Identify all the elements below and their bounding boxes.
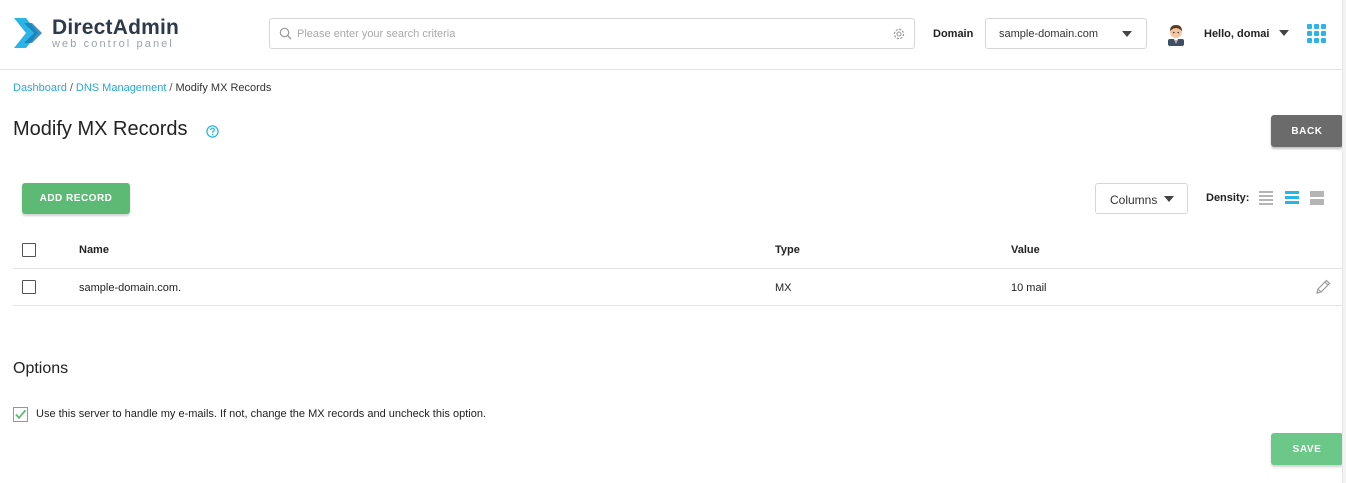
chevron-down-icon: [1122, 31, 1132, 37]
handle-email-checkbox[interactable]: [13, 407, 28, 422]
gear-icon[interactable]: [892, 27, 906, 41]
domain-label: Domain: [933, 28, 974, 40]
density-compact-icon[interactable]: [1259, 191, 1273, 205]
back-button[interactable]: BACK: [1271, 115, 1343, 147]
chevron-down-icon: [1164, 196, 1174, 202]
logo-title: DirectAdmin: [52, 15, 180, 39]
user-greeting[interactable]: Hello, domai: [1204, 28, 1269, 40]
table-row: sample-domain.com. MX 10 mail: [13, 269, 1343, 306]
question-circle-icon[interactable]: [206, 125, 219, 138]
table-header-row: Name Type Value: [13, 231, 1343, 269]
search-icon: [279, 27, 292, 40]
breadcrumb-separator: /: [69, 82, 73, 94]
breadcrumb-dashboard-link[interactable]: Dashboard: [13, 82, 67, 94]
record-name: sample-domain.com.: [79, 282, 182, 294]
logo-subtitle: web control panel: [52, 37, 174, 50]
column-header-value[interactable]: Value: [1011, 244, 1040, 256]
density-comfortable-icon[interactable]: [1310, 191, 1324, 205]
handle-email-label[interactable]: Use this server to handle my e-mails. If…: [36, 408, 486, 420]
directadmin-logo[interactable]: DirectAdmin web control panel: [12, 14, 179, 52]
save-button[interactable]: SAVE: [1271, 433, 1343, 465]
record-type: MX: [775, 282, 792, 294]
breadcrumb-separator: /: [169, 82, 173, 94]
columns-dropdown[interactable]: Columns: [1095, 183, 1188, 214]
logo-icon: [14, 18, 42, 48]
grid-icon[interactable]: [1307, 24, 1326, 43]
domain-select[interactable]: sample-domain.com: [985, 18, 1147, 49]
record-value: 10 mail: [1011, 282, 1047, 294]
density-default-icon[interactable]: [1285, 191, 1299, 205]
breadcrumb-current: Modify MX Records: [175, 82, 272, 94]
options-heading: Options: [13, 360, 69, 377]
add-record-button[interactable]: ADD RECORD: [22, 183, 130, 214]
mx-records-table: Name Type Value sample-domain.com. MX 10…: [13, 231, 1343, 306]
user-menu-chevron-icon[interactable]: [1279, 30, 1289, 36]
avatar[interactable]: [1165, 22, 1187, 46]
page-scrollbar[interactable]: [1342, 0, 1346, 483]
search-bar: [269, 18, 915, 49]
columns-label: Columns: [1110, 193, 1158, 207]
top-header: DirectAdmin web control panel Domain sam…: [0, 0, 1346, 70]
breadcrumb: Dashboard / DNS Management / Modify MX Recor…: [13, 82, 271, 94]
pencil-icon[interactable]: [1314, 278, 1332, 296]
search-input[interactable]: [297, 23, 887, 45]
page-title: Modify MX Records: [13, 118, 188, 140]
row-checkbox[interactable]: [22, 280, 36, 294]
checkmark-icon: [15, 409, 27, 420]
column-header-name[interactable]: Name: [79, 244, 109, 256]
select-all-checkbox[interactable]: [22, 243, 36, 257]
column-header-type[interactable]: Type: [775, 244, 800, 256]
domain-select-value: sample-domain.com: [999, 28, 1099, 40]
breadcrumb-dns-link[interactable]: DNS Management: [76, 82, 167, 94]
density-label: Density:: [1206, 192, 1250, 204]
